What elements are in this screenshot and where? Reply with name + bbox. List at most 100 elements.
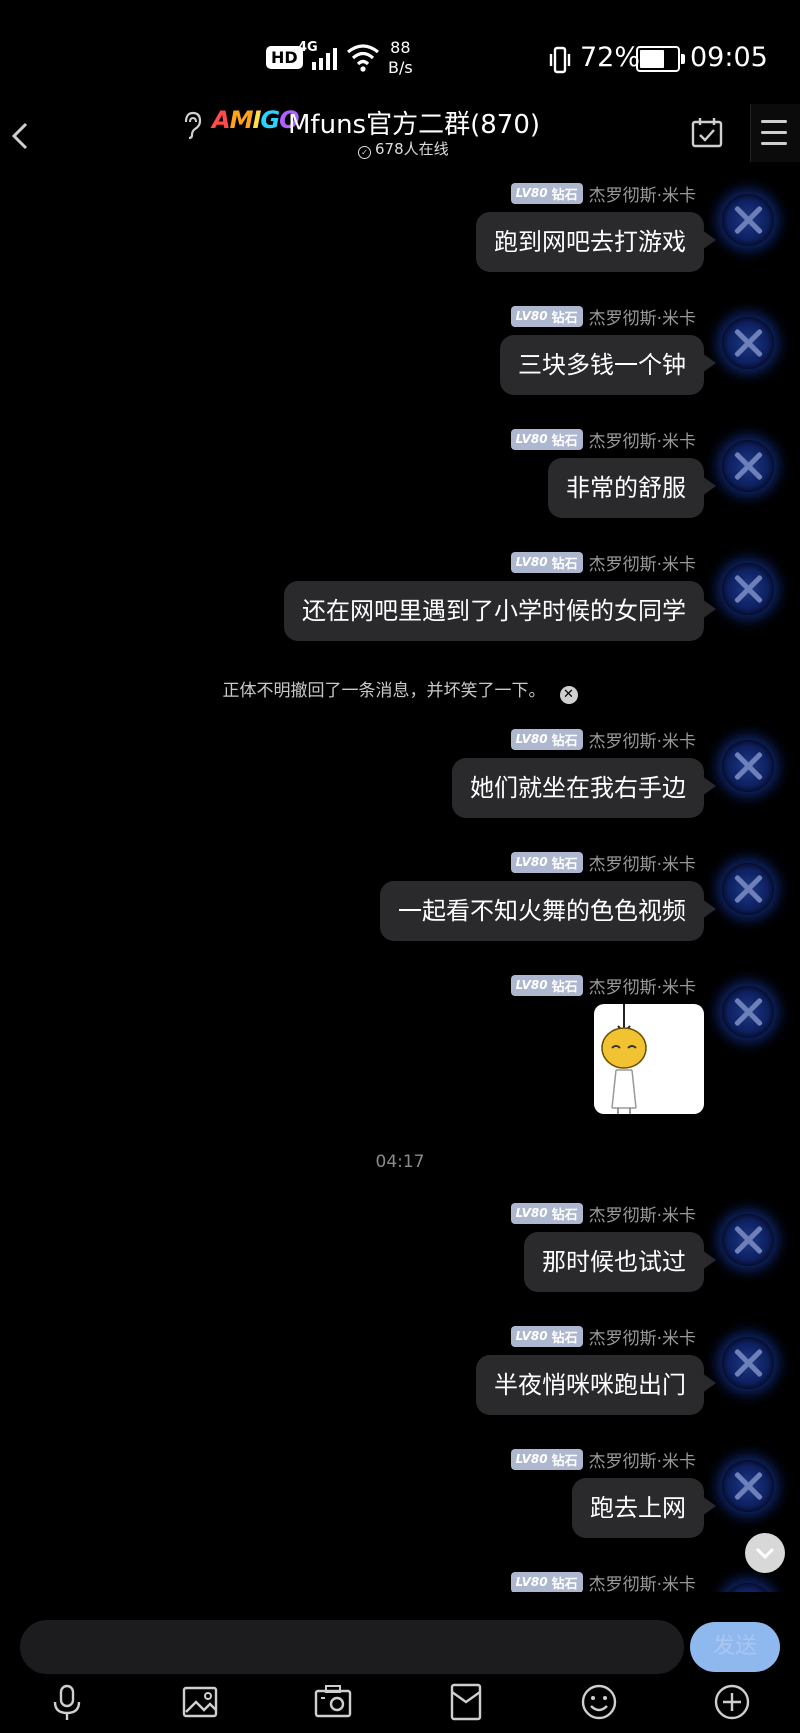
avatar[interactable] (722, 863, 774, 915)
message-row: LV80 钻石 杰罗彻斯·米卡 非常的舒服 (0, 428, 800, 528)
sender-name[interactable]: 杰罗彻斯·米卡 (589, 304, 696, 329)
sender-meta: LV80 钻石 杰罗彻斯·米卡 (510, 850, 696, 875)
message-bubble[interactable]: 半夜悄咪咪跑出门 (476, 1355, 716, 1415)
status-bar: HD 4G 88 B/s 72% 09:05 (0, 0, 800, 100)
red-packet-icon[interactable] (444, 1680, 488, 1724)
group-title[interactable]: Mfuns官方二群(870) (288, 104, 540, 141)
sender-meta: LV80 钻石 杰罗彻斯·米卡 (510, 1201, 696, 1226)
sender-name[interactable]: 杰罗彻斯·米卡 (589, 850, 696, 875)
clock: 09:05 (690, 42, 768, 73)
image-icon[interactable] (178, 1680, 222, 1724)
message-row: LV80 钻石 杰罗彻斯·米卡 跑到网吧去打游戏 (0, 182, 800, 282)
message-input[interactable] (20, 1620, 684, 1674)
level-badge: LV80 钻石 (510, 182, 583, 204)
recall-notice: 正体不明撤回了一条消息，并坏笑了一下。 ✕ (0, 676, 800, 704)
level-badge: LV80 钻石 (510, 305, 583, 327)
time-divider: 04:17 (375, 1152, 425, 1172)
sender-name[interactable]: 杰罗彻斯·米卡 (589, 181, 696, 206)
level-badge: LV80 钻石 (510, 551, 583, 573)
sender-meta: LV80 钻石 杰罗彻斯·米卡 (510, 304, 696, 329)
sender-name[interactable]: 杰罗彻斯·米卡 (589, 1447, 696, 1472)
avatar[interactable] (722, 1583, 774, 1592)
sender-meta: LV80 钻石 杰罗彻斯·米卡 (510, 1324, 696, 1349)
message-row: LV80 钻石 杰罗彻斯·米卡 (0, 974, 800, 1124)
avatar[interactable] (722, 317, 774, 369)
back-button[interactable] (2, 110, 38, 158)
message-row: LV80 钻石 杰罗彻斯·米卡 那时候也试过 (0, 1202, 800, 1302)
sender-name[interactable]: 杰罗彻斯·米卡 (589, 1324, 696, 1349)
message-row: LV80 钻石 杰罗彻斯·米卡 三块多钱一个钟 (0, 305, 800, 405)
menu-button[interactable] (750, 104, 800, 162)
sender-name[interactable]: 杰罗彻斯·米卡 (589, 973, 696, 998)
camera-icon[interactable] (311, 1680, 355, 1724)
signal-icon (308, 46, 342, 70)
message-bubble[interactable]: 非常的舒服 (548, 458, 716, 518)
sender-name[interactable]: 杰罗彻斯·米卡 (589, 1201, 696, 1226)
message-bubble[interactable]: 三块多钱一个钟 (500, 335, 716, 395)
avatar[interactable] (722, 440, 774, 492)
sender-meta: LV80 钻石 杰罗彻斯·米卡 (510, 550, 696, 575)
message-bubble[interactable]: 跑到网吧去打游戏 (476, 212, 716, 272)
level-badge: LV80 钻石 (510, 974, 583, 996)
battery-icon (636, 46, 685, 72)
input-toolbar (0, 1680, 800, 1733)
message-bubble[interactable]: 还在网吧里遇到了小学时候的女同学 (284, 581, 716, 641)
battery-percent: 72% (580, 42, 641, 73)
level-badge: LV80 钻石 (510, 1571, 583, 1592)
sender-name[interactable]: 杰罗彻斯·米卡 (589, 727, 696, 752)
recall-text: 正体不明撤回了一条消息，并坏笑了一下。 (222, 681, 546, 701)
avatar[interactable] (722, 986, 774, 1038)
close-icon[interactable]: ✕ (559, 686, 578, 704)
chat-list[interactable]: LV80 钻石 杰罗彻斯·米卡 跑到网吧去打游戏 LV80 钻石 杰罗彻斯·米卡 三块多… (0, 172, 800, 1592)
avatar[interactable] (722, 1214, 774, 1266)
avatar[interactable] (722, 1337, 774, 1389)
vibrate-icon (549, 46, 571, 74)
sender-meta: LV80 钻石 杰罗彻斯·米卡 (510, 181, 696, 206)
level-badge: LV80 钻石 (510, 1448, 583, 1470)
avatar[interactable] (722, 740, 774, 792)
sender-name[interactable]: 杰罗彻斯·米卡 (589, 1570, 696, 1593)
level-badge: LV80 钻石 (510, 1202, 583, 1224)
send-button[interactable]: 发送 (690, 1622, 780, 1672)
message-row: LV80 钻石 杰罗彻斯·米卡 (0, 1571, 800, 1592)
sender-meta: LV80 钻石 杰罗彻斯·米卡 (510, 973, 696, 998)
level-badge: LV80 钻石 (510, 428, 583, 450)
sender-meta: LV80 钻石 杰罗彻斯·米卡 (510, 727, 696, 752)
message-row: LV80 钻石 杰罗彻斯·米卡 半夜悄咪咪跑出门 (0, 1325, 800, 1425)
sender-name[interactable]: 杰罗彻斯·米卡 (589, 427, 696, 452)
online-count: ✓ 678人在线 (358, 138, 449, 159)
avatar[interactable] (722, 194, 774, 246)
message-bubble[interactable]: 一起看不知火舞的色色视频 (380, 881, 716, 941)
message-bubble[interactable]: 跑去上网 (572, 1478, 716, 1538)
ear-icon[interactable] (180, 110, 204, 140)
scroll-down-button[interactable] (745, 1533, 785, 1573)
message-row: LV80 钻石 杰罗彻斯·米卡 一起看不知火舞的色色视频 (0, 851, 800, 951)
level-badge: LV80 钻石 (510, 728, 583, 750)
speed-unit: B/s (388, 58, 413, 77)
calendar-check-button[interactable] (690, 116, 724, 150)
level-badge: LV80 钻石 (510, 1325, 583, 1347)
group-logo: AMIGO (212, 106, 300, 134)
emoji-icon[interactable] (577, 1680, 621, 1724)
check-icon: ✓ (358, 146, 371, 159)
wifi-icon (347, 44, 379, 72)
sender-meta: LV80 钻石 杰罗彻斯·米卡 (510, 427, 696, 452)
chevron-down-icon (755, 1547, 775, 1560)
level-badge: LV80 钻石 (510, 851, 583, 873)
sender-meta: LV80 钻石 杰罗彻斯·米卡 (510, 1447, 696, 1472)
hanged-doll-sticker[interactable] (594, 1004, 704, 1114)
plus-icon[interactable] (710, 1680, 754, 1724)
message-row: LV80 钻石 杰罗彻斯·米卡 她们就坐在我右手边 (0, 728, 800, 828)
message-bubble[interactable]: 她们就坐在我右手边 (452, 758, 716, 818)
speed-value: 88 (390, 38, 411, 57)
network-speed: 88 B/s (388, 38, 413, 78)
chat-header: AMIGO Mfuns官方二群(870) ✓ 678人在线 (0, 98, 800, 172)
avatar[interactable] (722, 563, 774, 615)
message-bubble[interactable]: 那时候也试过 (524, 1232, 716, 1292)
message-row: LV80 钻石 杰罗彻斯·米卡 跑去上网 (0, 1448, 800, 1548)
sender-meta: LV80 钻石 杰罗彻斯·米卡 (510, 1570, 696, 1593)
microphone-icon[interactable] (45, 1680, 89, 1724)
message-row: LV80 钻石 杰罗彻斯·米卡 还在网吧里遇到了小学时候的女同学 (0, 551, 800, 651)
sender-name[interactable]: 杰罗彻斯·米卡 (589, 550, 696, 575)
avatar[interactable] (722, 1460, 774, 1512)
